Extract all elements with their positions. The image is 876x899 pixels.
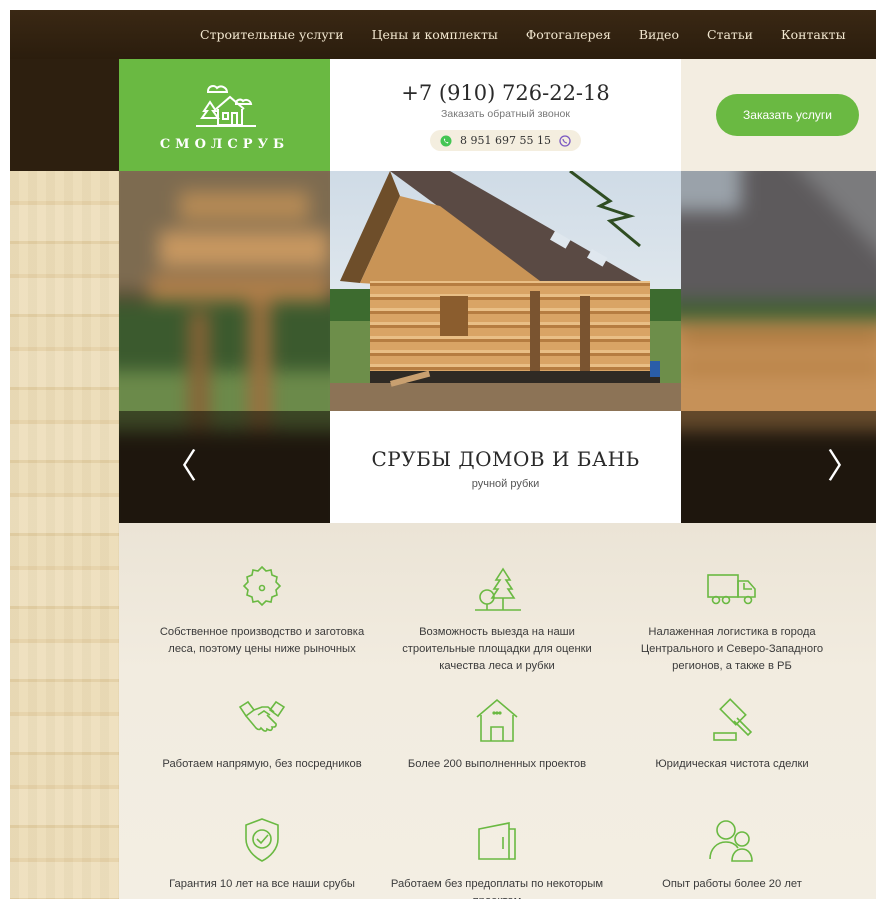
feature-text: Гарантия 10 лет на все наши срубы bbox=[169, 878, 355, 890]
advantages-section: Собственное производство и заготовка лес… bbox=[119, 523, 876, 899]
current-slide: СРУБЫ ДОМОВ И БАНЬ ручной рубки bbox=[330, 171, 681, 523]
nav-gallery[interactable]: Фотогалерея bbox=[526, 27, 611, 42]
whatsapp-icon bbox=[440, 135, 452, 146]
feature-text: Работаем напрямую, без посредников bbox=[162, 758, 362, 770]
feature-text: Опыт работы более 20 лет bbox=[662, 878, 802, 890]
nav-articles[interactable]: Статьи bbox=[707, 27, 753, 42]
feature-guarantee: Гарантия 10 лет на все наши срубы bbox=[147, 815, 377, 893]
logo-text: СМОЛСРУБ bbox=[159, 136, 290, 152]
prev-slide-preview[interactable]: 〈 bbox=[119, 171, 330, 523]
top-navigation-bar: Строительные услуги Цены и комплекты Фот… bbox=[10, 10, 876, 59]
feature-production: Собственное производство и заготовка лес… bbox=[147, 563, 377, 658]
order-services-button[interactable]: Заказать услуги bbox=[716, 94, 859, 136]
saw-blade-icon bbox=[242, 565, 282, 607]
feature-text: Собственное производство и заготовка лес… bbox=[159, 626, 365, 655]
feature-no-prepayment: Работаем без предоплаты по некоторым про… bbox=[382, 815, 612, 899]
hero-slider: 〈 СРУБЫ ДОМОВ И БАНЬ ручной рубки 〉 bbox=[119, 171, 876, 523]
wood-background bbox=[10, 171, 119, 899]
feature-text: Более 200 выполненных проектов bbox=[407, 758, 587, 770]
slide-title: СРУБЫ ДОМОВ И БАНЬ bbox=[371, 447, 640, 471]
main-nav: Строительные услуги Цены и комплекты Фот… bbox=[200, 10, 846, 59]
log-house-illustration bbox=[330, 171, 681, 411]
header-left-band bbox=[10, 59, 119, 171]
trees-icon bbox=[475, 567, 521, 611]
feature-direct: Работаем напрямую, без посредников bbox=[147, 695, 377, 773]
next-arrow-icon[interactable]: 〉 bbox=[827, 439, 861, 488]
nav-video[interactable]: Видео bbox=[639, 27, 679, 42]
people-icon bbox=[709, 820, 753, 862]
house-icon bbox=[476, 698, 518, 742]
viber-icon bbox=[559, 134, 571, 147]
phone-number[interactable]: +7 (910) 726-22-18 bbox=[330, 81, 681, 105]
feature-logistics: Налаженная логистика в города Центрально… bbox=[617, 563, 847, 675]
next-slide-preview[interactable]: 〉 bbox=[681, 171, 876, 523]
nav-construction-services[interactable]: Строительные услуги bbox=[200, 27, 344, 42]
house-logo-icon bbox=[195, 84, 256, 127]
log-house-photo bbox=[330, 171, 681, 411]
feature-experience: Опыт работы более 20 лет bbox=[617, 815, 847, 893]
feature-projects: Более 200 выполненных проектов bbox=[382, 695, 612, 773]
feature-legal: Юридическая чистота сделки bbox=[617, 695, 847, 773]
feature-text: Юридическая чистота сделки bbox=[655, 758, 809, 770]
callback-link[interactable]: Заказать обратный звонок bbox=[330, 108, 681, 120]
nav-contacts[interactable]: Контакты bbox=[781, 27, 846, 42]
messenger-phone: 8 951 697 55 15 bbox=[460, 134, 551, 147]
shield-icon bbox=[245, 818, 279, 862]
feature-text: Налаженная логистика в города Центрально… bbox=[640, 626, 824, 672]
wallet-icon bbox=[478, 822, 516, 860]
feature-text: Работаем без предоплаты по некоторым про… bbox=[390, 878, 604, 899]
nav-prices[interactable]: Цены и комплекты bbox=[372, 27, 498, 42]
header-right: Заказать услуги bbox=[681, 59, 876, 171]
gavel-icon bbox=[713, 698, 753, 741]
page: Строительные услуги Цены и комплекты Фот… bbox=[10, 10, 876, 899]
truck-icon bbox=[707, 574, 756, 605]
slide-subtitle: ручной рубки bbox=[471, 478, 540, 490]
feature-site-visit: Возможность выезда на наши строительные … bbox=[382, 563, 612, 675]
messenger-contacts[interactable]: 8 951 697 55 15 bbox=[430, 130, 581, 151]
logo[interactable]: СМОЛСРУБ bbox=[119, 59, 330, 171]
prev-arrow-icon[interactable]: 〈 bbox=[163, 439, 197, 488]
handshake-icon bbox=[238, 700, 286, 732]
contacts-block: +7 (910) 726-22-18 Заказать обратный зво… bbox=[330, 59, 681, 171]
prev-overlay bbox=[119, 411, 330, 523]
feature-text: Возможность выезда на наши строительные … bbox=[402, 626, 592, 672]
